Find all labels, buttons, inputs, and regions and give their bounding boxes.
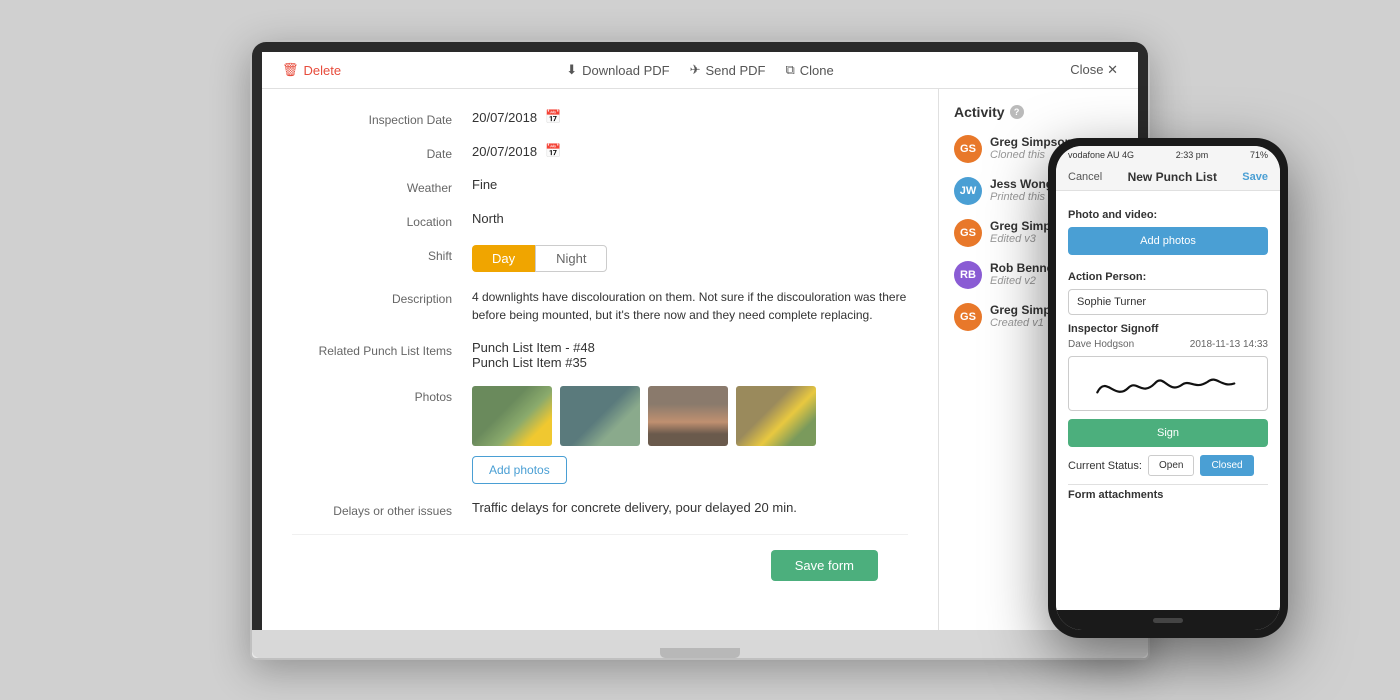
phone-save-button[interactable]: Save [1242, 171, 1268, 183]
date-label: Date [292, 143, 472, 161]
activity-help-icon[interactable]: ? [1010, 105, 1024, 119]
phone-action-person-field[interactable]: Sophie Turner [1068, 289, 1268, 315]
activity-avatar-1: GS [954, 135, 982, 163]
phone-carrier: vodafone AU 4G [1068, 150, 1134, 160]
main-content: Inspection Date 20/07/2018 📅 Date 20/07/… [262, 89, 1138, 630]
signature-box [1068, 356, 1268, 411]
delays-row: Delays or other issues Traffic delays fo… [292, 500, 908, 518]
shift-night-button[interactable]: Night [535, 245, 607, 272]
phone-action-person-label: Action Person: [1068, 271, 1268, 283]
location-value: North [472, 211, 908, 226]
location-row: Location North [292, 211, 908, 229]
close-icon: ✕ [1107, 62, 1118, 77]
send-icon: ✈ [690, 62, 701, 78]
related-label: Related Punch List Items [292, 340, 472, 358]
laptop-base [252, 630, 1148, 658]
related-item-1: Punch List Item - #48 [472, 340, 908, 355]
weather-row: Weather Fine [292, 177, 908, 195]
phone-overlay: vodafone AU 4G 2:33 pm 71% Cancel New Pu… [1048, 138, 1288, 638]
inspection-date-value: 20/07/2018 📅 [472, 109, 908, 125]
date-value: 20/07/2018 📅 [472, 143, 908, 159]
phone-signoff-name: Dave Hodgson [1068, 339, 1134, 350]
save-form-button[interactable]: Save form [771, 550, 878, 581]
home-button[interactable] [1153, 618, 1183, 623]
phone-nav: Cancel New Punch List Save [1056, 164, 1280, 191]
form-area: Inspection Date 20/07/2018 📅 Date 20/07/… [262, 89, 938, 630]
inspection-date-label: Inspection Date [292, 109, 472, 127]
phone-signoff-date: 2018-11-13 14:33 [1190, 339, 1268, 350]
shift-row: Shift Day Night [292, 245, 908, 272]
photos-area: Add photos [472, 386, 908, 484]
shift-buttons: Day Night [472, 245, 908, 272]
photos-row: Photos Add photos [292, 386, 908, 484]
photo-1[interactable] [472, 386, 552, 446]
laptop-screen: 🗑 Delete ⬇ Download PDF ✈ Send PDF ⧉ [262, 52, 1138, 630]
activity-avatar-3: GS [954, 219, 982, 247]
shift-label: Shift [292, 245, 472, 263]
phone-current-status-label: Current Status: [1068, 460, 1142, 472]
activity-avatar-5: GS [954, 303, 982, 331]
weather-label: Weather [292, 177, 472, 195]
phone-nav-title: New Punch List [1128, 170, 1217, 184]
weather-value: Fine [472, 177, 908, 192]
shift-day-button[interactable]: Day [472, 245, 535, 272]
phone-status-open-button[interactable]: Open [1148, 455, 1194, 476]
phone-sign-button[interactable]: Sign [1068, 419, 1268, 447]
delays-label: Delays or other issues [292, 500, 472, 518]
description-value: 4 downlights have discolouration on them… [472, 288, 908, 324]
phone-home-indicator [1056, 610, 1280, 630]
clone-icon: ⧉ [785, 62, 794, 78]
phone-battery: 71% [1250, 150, 1268, 160]
send-pdf-button[interactable]: ✈ Send PDF [690, 62, 766, 78]
phone-inspector-signoff-label: Inspector Signoff [1068, 323, 1268, 335]
phone-status-bar: vodafone AU 4G 2:33 pm 71% [1056, 146, 1280, 164]
screen-bezel: 🗑 Delete ⬇ Download PDF ✈ Send PDF ⧉ [252, 42, 1148, 630]
phone-add-photos-button[interactable]: Add photos [1068, 227, 1268, 255]
location-label: Location [292, 211, 472, 229]
toolbar: 🗑 Delete ⬇ Download PDF ✈ Send PDF ⧉ [262, 52, 1138, 89]
phone-form-attachments-label: Form attachments [1068, 489, 1268, 501]
laptop-shell: 🗑 Delete ⬇ Download PDF ✈ Send PDF ⧉ [250, 40, 1150, 660]
related-item-2: Punch List Item #35 [472, 355, 908, 370]
phone-divider [1068, 484, 1268, 485]
delete-button[interactable]: 🗑 Delete [282, 62, 341, 78]
date-row: Date 20/07/2018 📅 [292, 143, 908, 161]
related-items: Punch List Item - #48 Punch List Item #3… [472, 340, 908, 370]
phone-status-row: Current Status: Open Closed [1068, 455, 1268, 476]
close-button[interactable]: Close ✕ [1070, 62, 1118, 78]
photos-label: Photos [292, 386, 472, 404]
trash-icon: 🗑 [282, 62, 299, 78]
inspection-date-row: Inspection Date 20/07/2018 📅 [292, 109, 908, 127]
photo-4[interactable] [736, 386, 816, 446]
phone-inner: vodafone AU 4G 2:33 pm 71% Cancel New Pu… [1056, 146, 1280, 630]
calendar-icon-2[interactable]: 📅 [545, 143, 561, 159]
photos-container [472, 386, 908, 446]
clone-button[interactable]: ⧉ Clone [785, 62, 833, 78]
shift-value: Day Night [472, 245, 908, 272]
related-row: Related Punch List Items Punch List Item… [292, 340, 908, 370]
signature-svg [1069, 357, 1267, 410]
photo-2[interactable] [560, 386, 640, 446]
activity-title: Activity ? [954, 104, 1123, 120]
phone-time: 2:33 pm [1176, 150, 1209, 160]
download-icon: ⬇ [566, 62, 577, 78]
delays-value: Traffic delays for concrete delivery, po… [472, 500, 908, 515]
phone-content: Photo and video: Add photos Action Perso… [1056, 191, 1280, 610]
description-label: Description [292, 288, 472, 306]
phone-cancel-button[interactable]: Cancel [1068, 171, 1102, 183]
description-row: Description 4 downlights have discoloura… [292, 288, 908, 324]
laptop-notch [660, 648, 740, 658]
phone-status-closed-button[interactable]: Closed [1200, 455, 1253, 476]
activity-avatar-2: JW [954, 177, 982, 205]
photo-3[interactable] [648, 386, 728, 446]
phone-photo-video-label: Photo and video: [1068, 209, 1268, 221]
activity-avatar-4: RB [954, 261, 982, 289]
download-pdf-button[interactable]: ⬇ Download PDF [566, 62, 669, 78]
add-photos-button[interactable]: Add photos [472, 456, 567, 484]
save-form-row: Save form [292, 534, 908, 596]
calendar-icon[interactable]: 📅 [545, 109, 561, 125]
phone-signoff-info: Dave Hodgson 2018-11-13 14:33 [1068, 339, 1268, 350]
